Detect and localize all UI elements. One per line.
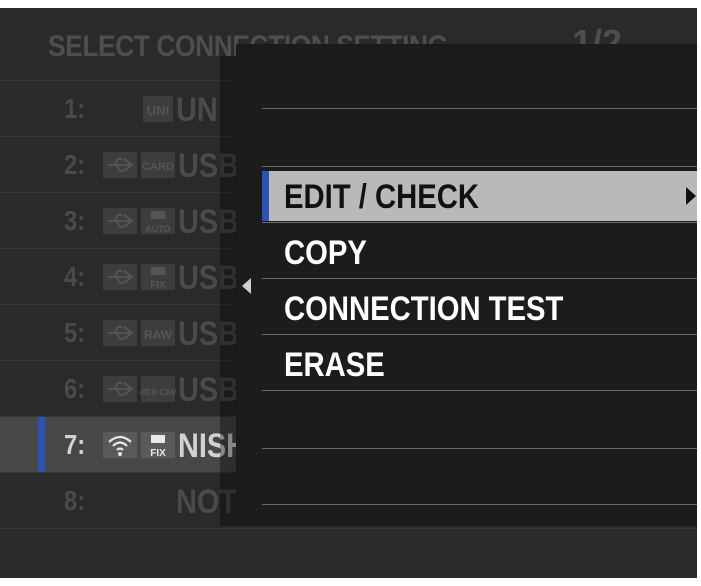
row-number: 6: xyxy=(64,373,86,404)
divider xyxy=(262,334,697,335)
menu-item-label: COPY xyxy=(284,234,367,272)
divider xyxy=(262,166,697,167)
divider xyxy=(262,504,697,505)
usb-icon xyxy=(103,264,137,290)
badge-text: CARD xyxy=(142,161,174,173)
card-badge-icon: CARD xyxy=(141,152,175,178)
menu-item-label: CONNECTION TEST xyxy=(284,290,564,328)
row-number: 4: xyxy=(64,261,86,292)
usb-icon xyxy=(103,376,137,402)
webcam-badge-icon: WEB CAM xyxy=(140,376,176,402)
menu-item-label: ERASE xyxy=(284,346,385,384)
camera-fix-icon: FIX xyxy=(141,432,175,459)
usb-icon xyxy=(103,208,137,234)
usb-icon xyxy=(103,320,137,346)
badge-text: FIX xyxy=(150,280,166,291)
divider xyxy=(262,448,697,449)
camera-fix-icon: FIX xyxy=(141,264,175,291)
row-number: 8: xyxy=(64,485,86,516)
usb-icon xyxy=(103,152,137,178)
row-number: 7: xyxy=(64,429,86,460)
menu-item-edit-check[interactable]: EDIT / CHECK xyxy=(262,171,697,221)
connection-name: UN xyxy=(176,91,218,129)
back-arrow-icon[interactable] xyxy=(242,278,251,294)
raw-badge-icon: RAW xyxy=(141,320,175,346)
selection-bar xyxy=(262,171,269,221)
badge-text: WEB CAM xyxy=(140,388,176,397)
uni-badge-icon: UNI xyxy=(143,96,173,122)
divider xyxy=(262,278,697,279)
edit-menu-panel: EDIT / CHECK COPY CONNECTION TEST ERASE xyxy=(236,44,697,518)
row-number: 3: xyxy=(64,205,86,236)
row-number: 2: xyxy=(64,149,86,180)
badge-text: UNI xyxy=(147,103,169,118)
camera-screen: SELECT CONNECTION SETTING 1/2 1: UNI UN … xyxy=(0,8,697,578)
badge-text: FIX xyxy=(150,448,166,459)
menu-item-copy[interactable]: COPY xyxy=(262,227,697,277)
menu-item-erase[interactable]: ERASE xyxy=(262,339,697,389)
divider xyxy=(262,108,697,109)
menu-item-label: EDIT / CHECK xyxy=(284,178,479,216)
menu-item-connection-test[interactable]: CONNECTION TEST xyxy=(262,283,697,333)
wifi-icon xyxy=(103,432,137,458)
badge-text: RAW xyxy=(144,328,173,342)
divider xyxy=(262,390,697,391)
selection-bar xyxy=(38,417,45,473)
row-number: 5: xyxy=(64,317,86,348)
empty-row xyxy=(0,528,697,578)
badge-text: AUTO xyxy=(145,224,170,234)
row-number: 1: xyxy=(64,93,86,124)
submenu-arrow-icon xyxy=(686,187,696,205)
divider xyxy=(262,222,697,223)
camera-auto-icon: AUTO xyxy=(141,208,175,234)
